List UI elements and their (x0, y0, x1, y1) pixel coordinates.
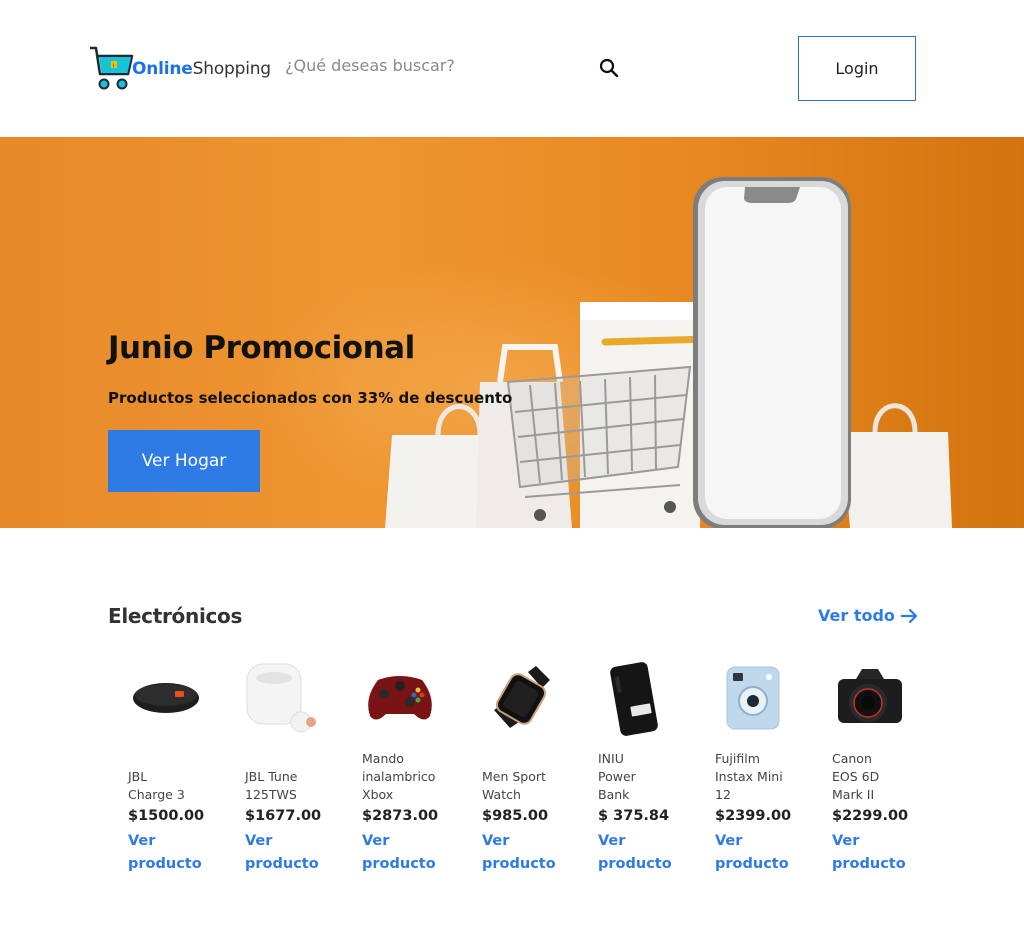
view-product-link[interactable]: Ver producto (128, 830, 218, 876)
view-product-link[interactable]: Ver producto (598, 830, 688, 876)
powerbank-icon[interactable] (598, 660, 674, 736)
product-card: Fujifilm Instax Mini 12 $2399.00 Ver pro… (715, 660, 825, 880)
section-title: Electrónicos (108, 604, 243, 628)
login-button[interactable]: Login (798, 36, 916, 101)
earbuds-icon[interactable] (245, 660, 321, 736)
product-price: $985.00 (482, 808, 549, 824)
product-price: $1677.00 (245, 808, 322, 824)
hero-banner: Junio Promocional Productos seleccionado… (0, 137, 1024, 528)
site-header: i OnlineShopping Login (0, 0, 1024, 137)
view-product-link[interactable]: Ver producto (245, 830, 335, 876)
product-name: JBL Tune 125TWS (245, 769, 298, 802)
logo-text-strong: Online (132, 59, 193, 79)
product-name: JBL Charge 3 (128, 769, 185, 802)
search-icon[interactable] (599, 58, 619, 78)
view-product-link[interactable]: Ver producto (362, 830, 452, 876)
hero-title: Junio Promocional (108, 330, 415, 366)
view-product-link[interactable]: Ver producto (715, 830, 805, 876)
search-input[interactable] (285, 56, 585, 75)
product-card: JBL Tune 125TWS $1677.00 Ver producto (245, 660, 355, 880)
product-card: INIU Power Bank $ 375.84 Ver producto (598, 660, 708, 880)
product-card: Men Sport Watch $985.00 Ver producto (482, 660, 592, 880)
logo-text: OnlineShopping (132, 59, 271, 79)
logo-text-light: Shopping (192, 59, 271, 79)
arrow-right-icon (900, 608, 918, 623)
product-name: INIU Power Bank (598, 751, 636, 802)
search-bar (285, 56, 625, 82)
product-name: Men Sport Watch (482, 769, 546, 802)
hero-illustration (385, 177, 952, 528)
product-price: $2399.00 (715, 808, 792, 824)
cart-logo-icon: i (88, 44, 134, 92)
speaker-icon[interactable] (128, 660, 204, 736)
instant-camera-icon[interactable] (715, 660, 791, 736)
product-price: $ 375.84 (598, 808, 670, 824)
watch-icon[interactable] (482, 660, 558, 736)
product-card: Canon EOS 6D Mark II $2299.00 Ver produc… (832, 660, 942, 880)
product-price: $2299.00 (832, 808, 909, 824)
hero-cta-button[interactable]: Ver Hogar (108, 430, 260, 492)
site-logo[interactable]: i OnlineShopping (88, 44, 271, 92)
see-all-label: Ver todo (818, 606, 895, 625)
product-name: Mando inalambrico Xbox (362, 751, 436, 802)
hero-subtitle: Productos seleccionados con 33% de descu… (108, 389, 513, 407)
product-card: Mando inalambrico Xbox $2873.00 Ver prod… (362, 660, 472, 880)
product-card: JBL Charge 3 $1500.00 Ver producto (128, 660, 238, 880)
product-price: $1500.00 (128, 808, 205, 824)
product-price: $2873.00 (362, 808, 439, 824)
product-list: JBL Charge 3 $1500.00 Ver producto JBL T… (0, 660, 1024, 880)
dslr-camera-icon[interactable] (832, 660, 908, 736)
product-name: Canon EOS 6D Mark II (832, 751, 880, 802)
product-name: Fujifilm Instax Mini 12 (715, 751, 783, 802)
see-all-link[interactable]: Ver todo (818, 606, 919, 625)
view-product-link[interactable]: Ver producto (832, 830, 922, 876)
view-product-link[interactable]: Ver producto (482, 830, 572, 876)
gamepad-icon[interactable] (362, 660, 438, 736)
